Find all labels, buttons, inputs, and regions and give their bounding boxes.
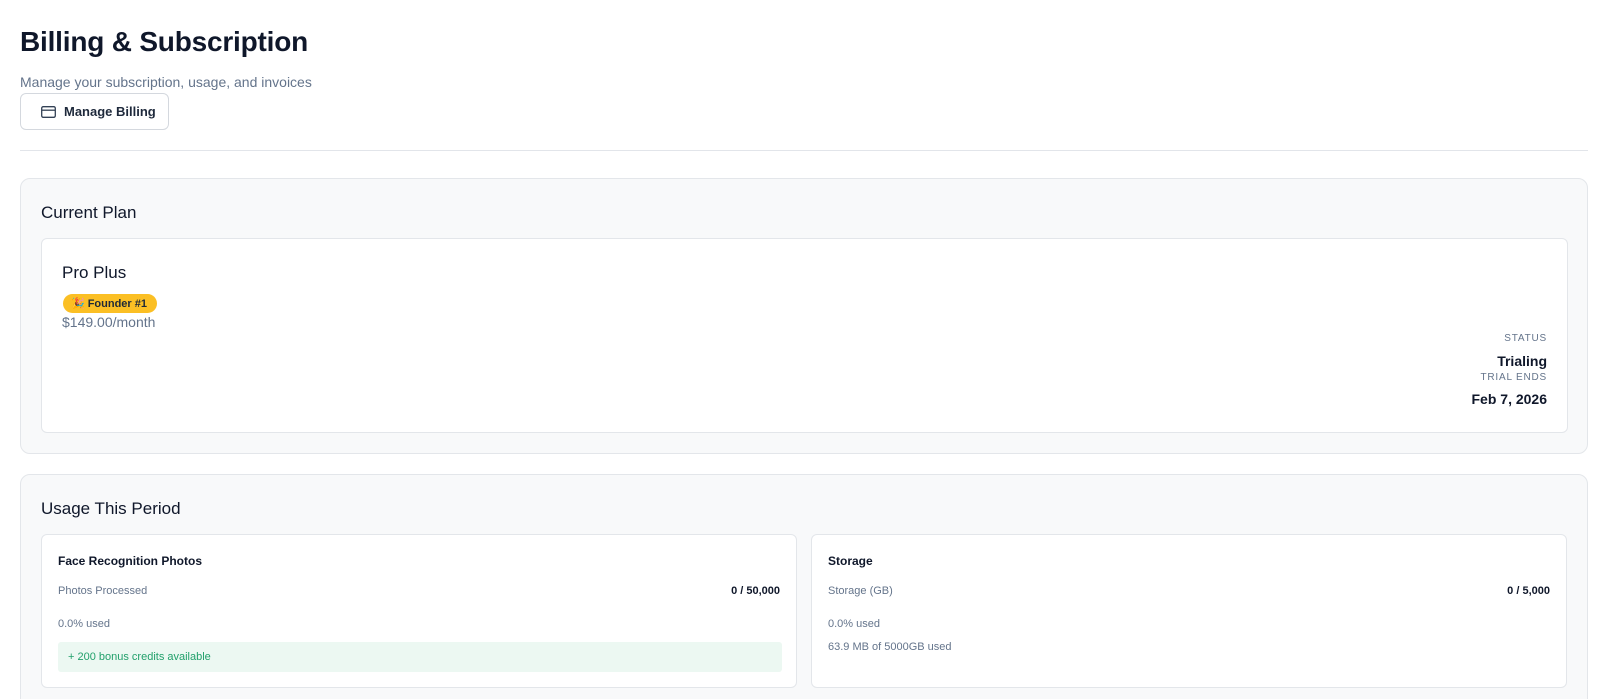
page-title: Billing & Subscription — [20, 26, 309, 57]
storage-detail: 63.9 MB of 5000GB used — [828, 641, 952, 653]
face-recognition-title: Face Recognition Photos — [58, 554, 203, 568]
current-plan-heading: Current Plan — [41, 203, 137, 222]
credit-card-icon — [41, 105, 56, 118]
header-divider — [20, 150, 1588, 151]
storage-card: Storage Storage (GB) 0 / 5,000 0.0% used… — [811, 534, 1567, 688]
founder-badge: 🎉 Founder #1 — [63, 294, 157, 313]
manage-billing-label: Manage Billing — [64, 104, 156, 119]
photos-processed-label: Photos Processed — [58, 585, 148, 597]
storage-label: Storage (GB) — [828, 585, 893, 597]
manage-billing-button[interactable]: Manage Billing — [20, 93, 169, 130]
usage-section: Usage This Period Face Recognition Photo… — [20, 474, 1588, 699]
status-label: STATUS — [1504, 333, 1547, 344]
photos-processed-value: 0 / 50,000 — [731, 585, 780, 597]
billing-page: Billing & Subscription Manage your subsc… — [0, 0, 1600, 699]
face-recognition-card: Face Recognition Photos Photos Processed… — [41, 534, 797, 688]
plan-card: Pro Plus 🎉 Founder #1 $149.00/month STAT… — [41, 238, 1568, 433]
bonus-credits-notice: + 200 bonus credits available — [58, 642, 782, 672]
current-plan-section: Current Plan Pro Plus 🎉 Founder #1 $149.… — [20, 178, 1588, 454]
plan-price: $149.00/month — [62, 314, 156, 330]
storage-title: Storage — [828, 554, 873, 568]
status-value: Trialing — [1497, 353, 1547, 369]
photos-percent-used: 0.0% used — [58, 618, 110, 630]
storage-percent-used: 0.0% used — [828, 618, 880, 630]
trial-ends-value-block: Feb 7, 2026 — [1472, 391, 1548, 407]
status-value-block: Trialing — [1497, 353, 1547, 369]
bonus-credits-text: + 200 bonus credits available — [68, 651, 211, 663]
page-subtitle: Manage your subscription, usage, and inv… — [20, 74, 312, 90]
trial-ends-block: TRIAL ENDS — [1480, 372, 1547, 383]
founder-badge-label: Founder #1 — [87, 297, 147, 310]
usage-heading: Usage This Period — [41, 499, 181, 518]
status-block: STATUS — [1504, 333, 1547, 344]
trial-ends-label: TRIAL ENDS — [1480, 372, 1547, 383]
party-popper-icon: 🎉 — [71, 298, 85, 310]
storage-value: 0 / 5,000 — [1507, 585, 1550, 597]
plan-name: Pro Plus — [62, 263, 127, 282]
trial-ends-value: Feb 7, 2026 — [1471, 391, 1548, 407]
